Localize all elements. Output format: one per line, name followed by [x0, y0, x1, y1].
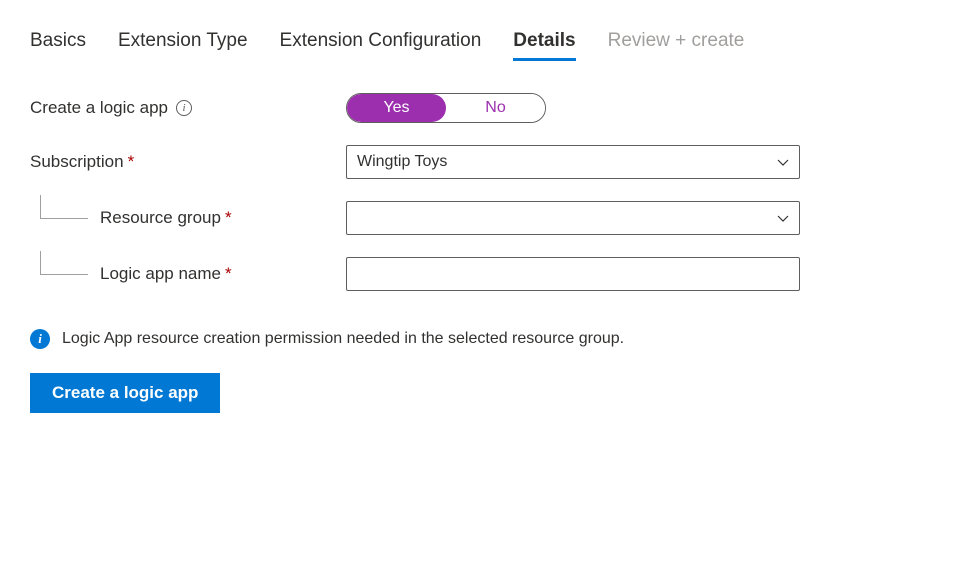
chevron-down-icon: [777, 156, 789, 168]
tab-extension-configuration[interactable]: Extension Configuration: [280, 30, 482, 61]
label-logic-app-name-text: Logic app name: [100, 264, 221, 284]
tab-details[interactable]: Details: [513, 30, 575, 61]
tab-bar: Basics Extension Type Extension Configur…: [30, 30, 930, 61]
tab-basics[interactable]: Basics: [30, 30, 86, 61]
row-logic-app-name: Logic app name *: [30, 257, 930, 291]
label-subscription: Subscription *: [30, 152, 346, 172]
create-logic-app-button[interactable]: Create a logic app: [30, 373, 220, 413]
toggle-create-logic-app[interactable]: Yes No: [346, 93, 546, 123]
label-create-logic-app-text: Create a logic app: [30, 98, 168, 118]
info-banner-text: Logic App resource creation permission n…: [62, 330, 624, 348]
toggle-no[interactable]: No: [446, 94, 545, 122]
input-logic-app-name[interactable]: [346, 257, 800, 291]
dropdown-subscription[interactable]: Wingtip Toys: [346, 145, 800, 179]
indent-connector: [40, 251, 88, 275]
row-resource-group: Resource group *: [30, 201, 930, 235]
label-logic-app-name: Logic app name *: [30, 264, 346, 284]
info-icon[interactable]: i: [176, 100, 192, 116]
row-subscription: Subscription * Wingtip Toys: [30, 145, 930, 179]
row-create-logic-app: Create a logic app i Yes No: [30, 93, 930, 123]
indent-connector: [40, 195, 88, 219]
label-resource-group-text: Resource group: [100, 208, 221, 228]
dropdown-resource-group[interactable]: [346, 201, 800, 235]
chevron-down-icon: [777, 212, 789, 224]
info-banner: i Logic App resource creation permission…: [30, 329, 930, 349]
tab-extension-type[interactable]: Extension Type: [118, 30, 248, 61]
required-asterisk: *: [128, 152, 135, 172]
required-asterisk: *: [225, 264, 232, 284]
label-resource-group: Resource group *: [30, 208, 346, 228]
tab-review-create: Review + create: [608, 30, 745, 61]
info-icon: i: [30, 329, 50, 349]
label-create-logic-app: Create a logic app i: [30, 98, 346, 118]
toggle-yes[interactable]: Yes: [347, 94, 446, 122]
dropdown-subscription-value: Wingtip Toys: [357, 153, 447, 171]
required-asterisk: *: [225, 208, 232, 228]
label-subscription-text: Subscription: [30, 152, 124, 172]
